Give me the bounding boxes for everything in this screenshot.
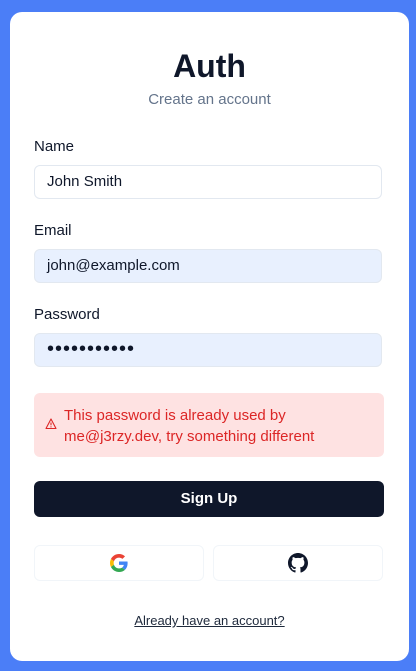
google-icon: [110, 554, 128, 572]
signup-card: Auth Create an account Name John Smith E…: [10, 12, 409, 661]
page-subtitle: Create an account: [148, 91, 271, 108]
google-signin-button[interactable]: [34, 545, 204, 581]
error-message: This password is already used by me@j3rz…: [64, 407, 315, 445]
github-icon: [288, 553, 308, 573]
email-field[interactable]: john@example.com: [34, 249, 382, 283]
name-field[interactable]: John Smith: [34, 165, 382, 199]
email-label: Email: [34, 222, 72, 239]
error-alert: This password is already used by me@j3rz…: [34, 393, 384, 457]
login-link-container: Already have an account?: [10, 612, 409, 630]
sign-up-button[interactable]: Sign Up: [34, 481, 384, 517]
warning-icon: [45, 418, 57, 430]
password-field[interactable]: •••••••••••: [34, 333, 382, 367]
login-link[interactable]: Already have an account?: [134, 613, 284, 628]
page-title: Auth: [173, 48, 246, 84]
password-label: Password: [34, 306, 100, 323]
github-signin-button[interactable]: [213, 545, 383, 581]
name-label: Name: [34, 138, 75, 155]
